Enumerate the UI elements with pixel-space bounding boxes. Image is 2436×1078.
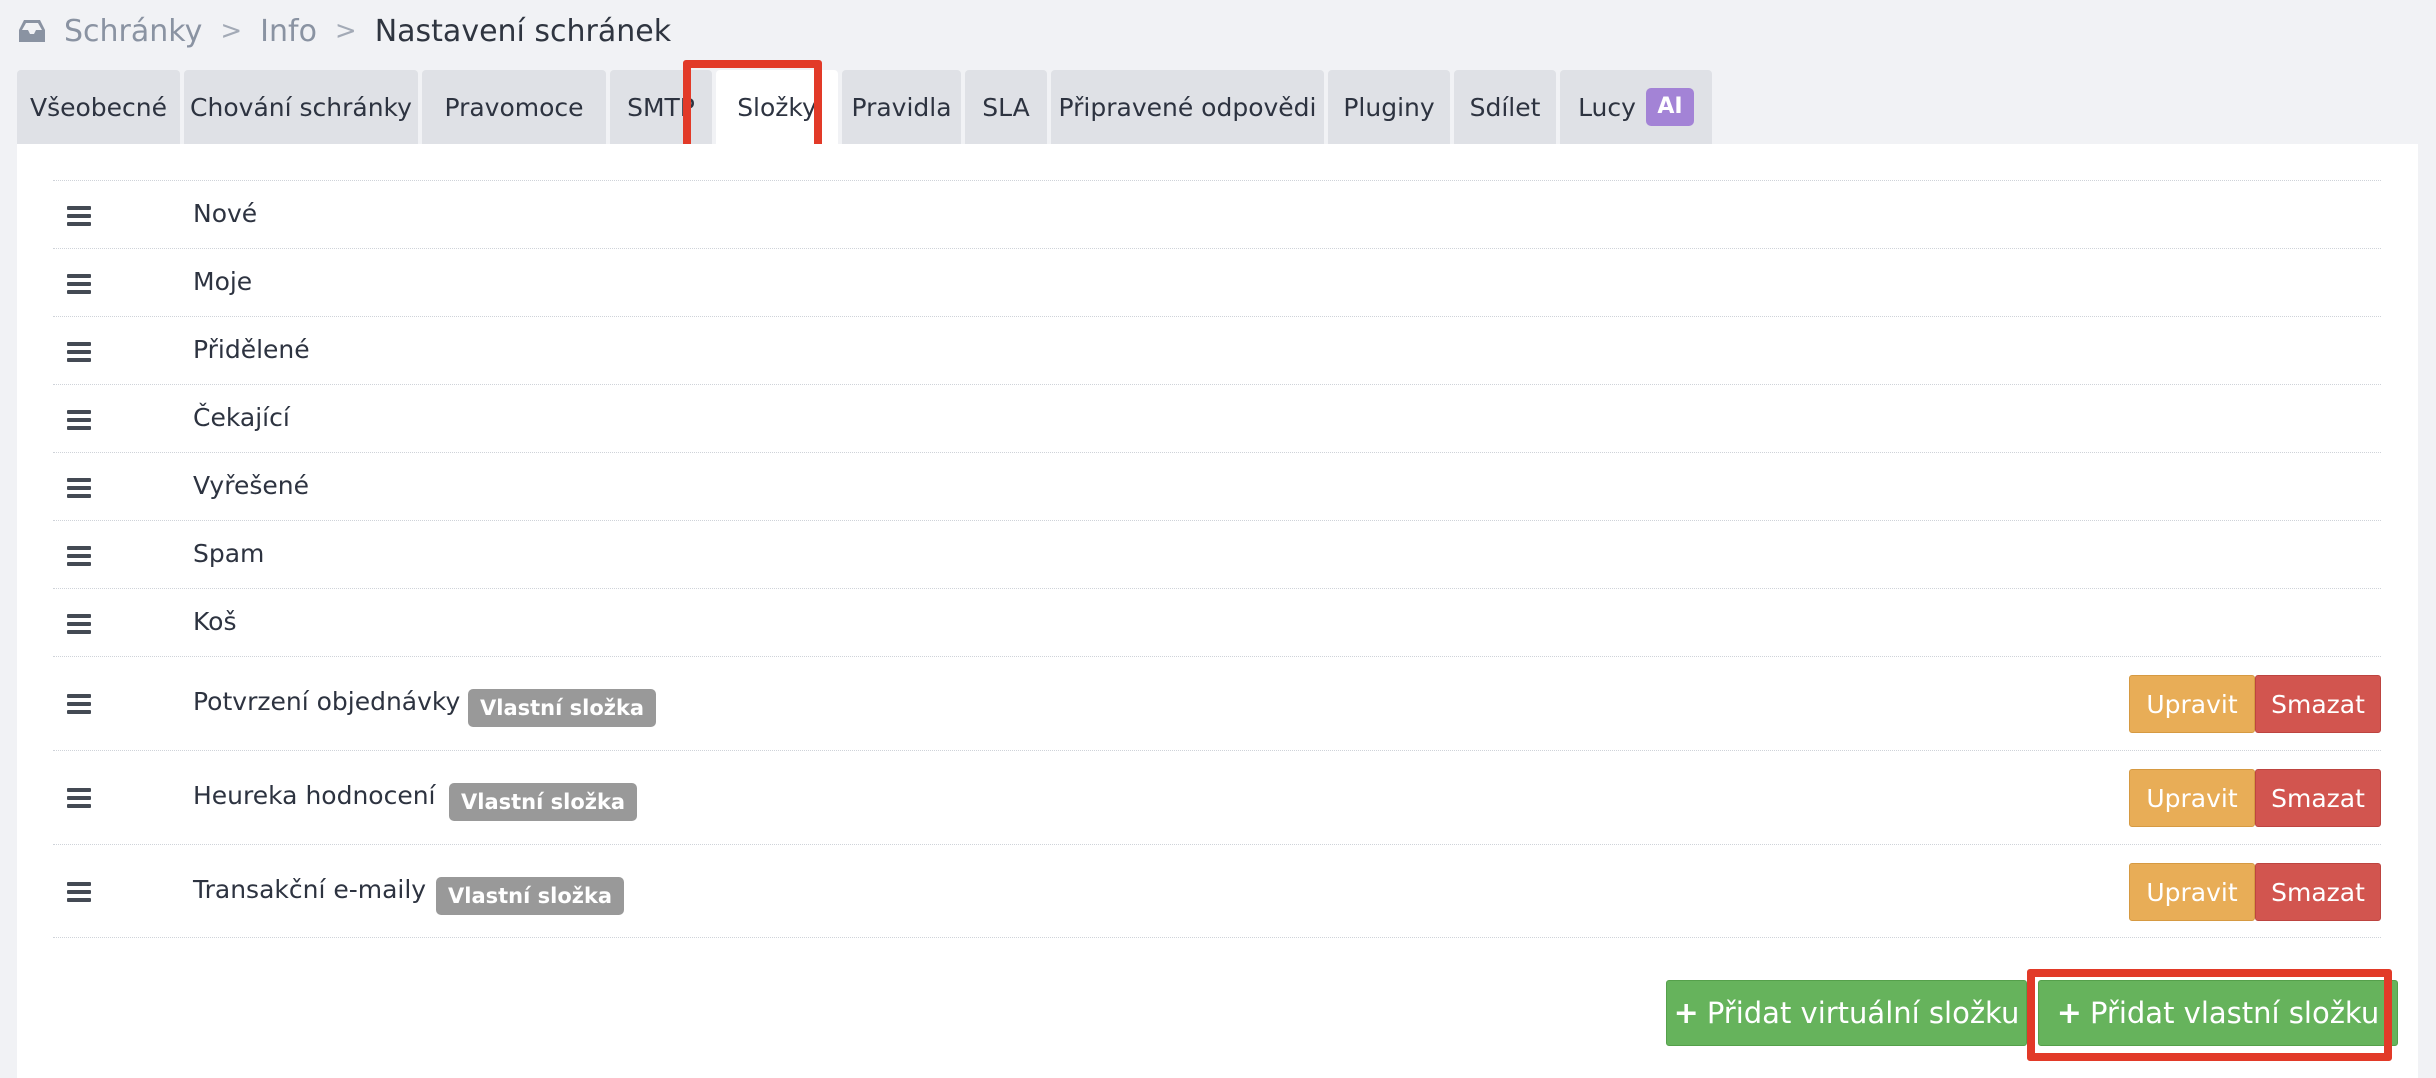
tab-label: Složky [737,92,817,122]
drag-handle-icon[interactable] [67,694,91,714]
tab-label: Všeobecné [29,92,168,122]
folder-name: Přidělené [193,335,310,364]
inbox-icon [19,20,45,42]
edit-button[interactable]: Upravit [2129,769,2255,827]
drag-handle-icon[interactable] [67,882,91,902]
tab-saved-replies[interactable]: Připravené odpovědi [1051,70,1324,144]
page-title: Nastavení schránek [374,13,672,49]
folder-name: Moje [193,267,253,296]
folder-name: Čekající [193,403,290,432]
folder-name: Heureka hodnocení [193,781,436,810]
delete-button[interactable]: Smazat [2255,863,2381,921]
custom-folder-badge: Vlastní složka [436,877,625,915]
tab-general[interactable]: Všeobecné [17,70,180,144]
tab-share[interactable]: Sdílet [1454,70,1556,144]
tab-label: SLA [982,92,1030,122]
plus-icon: + [2056,995,2082,1031]
folder-row[interactable]: Koš [53,588,2381,656]
folder-name: Koš [193,607,237,636]
folder-name: Nové [193,199,258,228]
folder-row[interactable]: Heureka hodnocení Vlastní složka Upravit… [53,750,2381,844]
add-custom-folder-label: Přidat vlastní složku [2089,996,2380,1030]
plus-icon: + [1673,995,1699,1031]
tab-label: Pravomoce [444,92,584,122]
edit-button[interactable]: Upravit [2129,675,2255,733]
tab-permissions[interactable]: Pravomoce [422,70,606,144]
folder-row[interactable]: Potvrzení objednávky Vlastní složka Upra… [53,656,2381,750]
delete-button[interactable]: Smazat [2255,769,2381,827]
tab-label: Připravené odpovědi [1058,92,1317,122]
tab-label: Lucy [1578,92,1636,122]
folder-row[interactable]: Čekající [53,384,2381,452]
drag-handle-icon[interactable] [67,788,91,808]
folder-row[interactable]: Nové [53,180,2381,248]
tab-rules[interactable]: Pravidla [842,70,961,144]
add-virtual-folder-label: Přidat virtuální složku [1706,996,2020,1030]
tab-label: Sdílet [1469,92,1541,122]
delete-button-label: Smazat [2271,877,2365,907]
delete-button[interactable]: Smazat [2255,675,2381,733]
drag-handle-icon[interactable] [67,206,91,226]
custom-folder-badge: Vlastní složka [449,783,638,821]
edit-button-label: Upravit [2146,877,2238,907]
edit-button-label: Upravit [2146,689,2238,719]
tab-smtp[interactable]: SMTP [610,70,712,144]
breadcrumb-link-info[interactable]: Info [260,14,317,49]
folder-name: Vyřešené [193,471,309,500]
folder-name: Spam [193,539,265,568]
tab-sla[interactable]: SLA [965,70,1047,144]
drag-handle-icon[interactable] [67,478,91,498]
breadcrumb-link-inboxes[interactable]: Schránky [64,14,202,49]
tab-inbox-behavior[interactable]: Chování schránky [184,70,418,144]
tab-label: SMTP [627,92,695,122]
folder-row[interactable]: Transakční e-maily Vlastní složka Upravi… [53,844,2381,938]
breadcrumb: Schránky > Info > Nastavení schránek [16,8,671,54]
breadcrumb-separator: > [220,16,243,46]
drag-handle-icon[interactable] [67,614,91,634]
delete-button-label: Smazat [2271,689,2365,719]
add-virtual-folder-button[interactable]: + Přidat virtuální složku [1666,980,2027,1046]
add-custom-folder-button[interactable]: + Přidat vlastní složku [2038,980,2398,1046]
delete-button-label: Smazat [2271,783,2365,813]
folder-row[interactable]: Spam [53,520,2381,588]
drag-handle-icon[interactable] [67,546,91,566]
tab-plugins[interactable]: Pluginy [1328,70,1450,144]
tab-label: Chování schránky [190,92,412,122]
drag-handle-icon[interactable] [67,342,91,362]
folders-panel: Nové Moje Přidělené Čekající Vyřešené Sp… [17,144,2418,1078]
breadcrumb-separator: > [334,16,357,46]
ai-badge: AI [1645,88,1694,126]
edit-button[interactable]: Upravit [2129,863,2255,921]
custom-folder-badge: Vlastní složka [468,689,657,727]
folder-name: Potvrzení objednávky [193,687,461,716]
tab-label: Pravidla [851,92,952,122]
folder-name: Transakční e-maily [193,875,427,904]
folder-row[interactable]: Vyřešené [53,452,2381,520]
tab-label: Pluginy [1343,92,1435,122]
folder-row[interactable]: Přidělené [53,316,2381,384]
tab-folders[interactable]: Složky [716,70,838,144]
drag-handle-icon[interactable] [67,410,91,430]
tab-lucy[interactable]: Lucy AI [1560,70,1712,144]
drag-handle-icon[interactable] [67,274,91,294]
folder-row[interactable]: Moje [53,248,2381,316]
edit-button-label: Upravit [2146,783,2238,813]
